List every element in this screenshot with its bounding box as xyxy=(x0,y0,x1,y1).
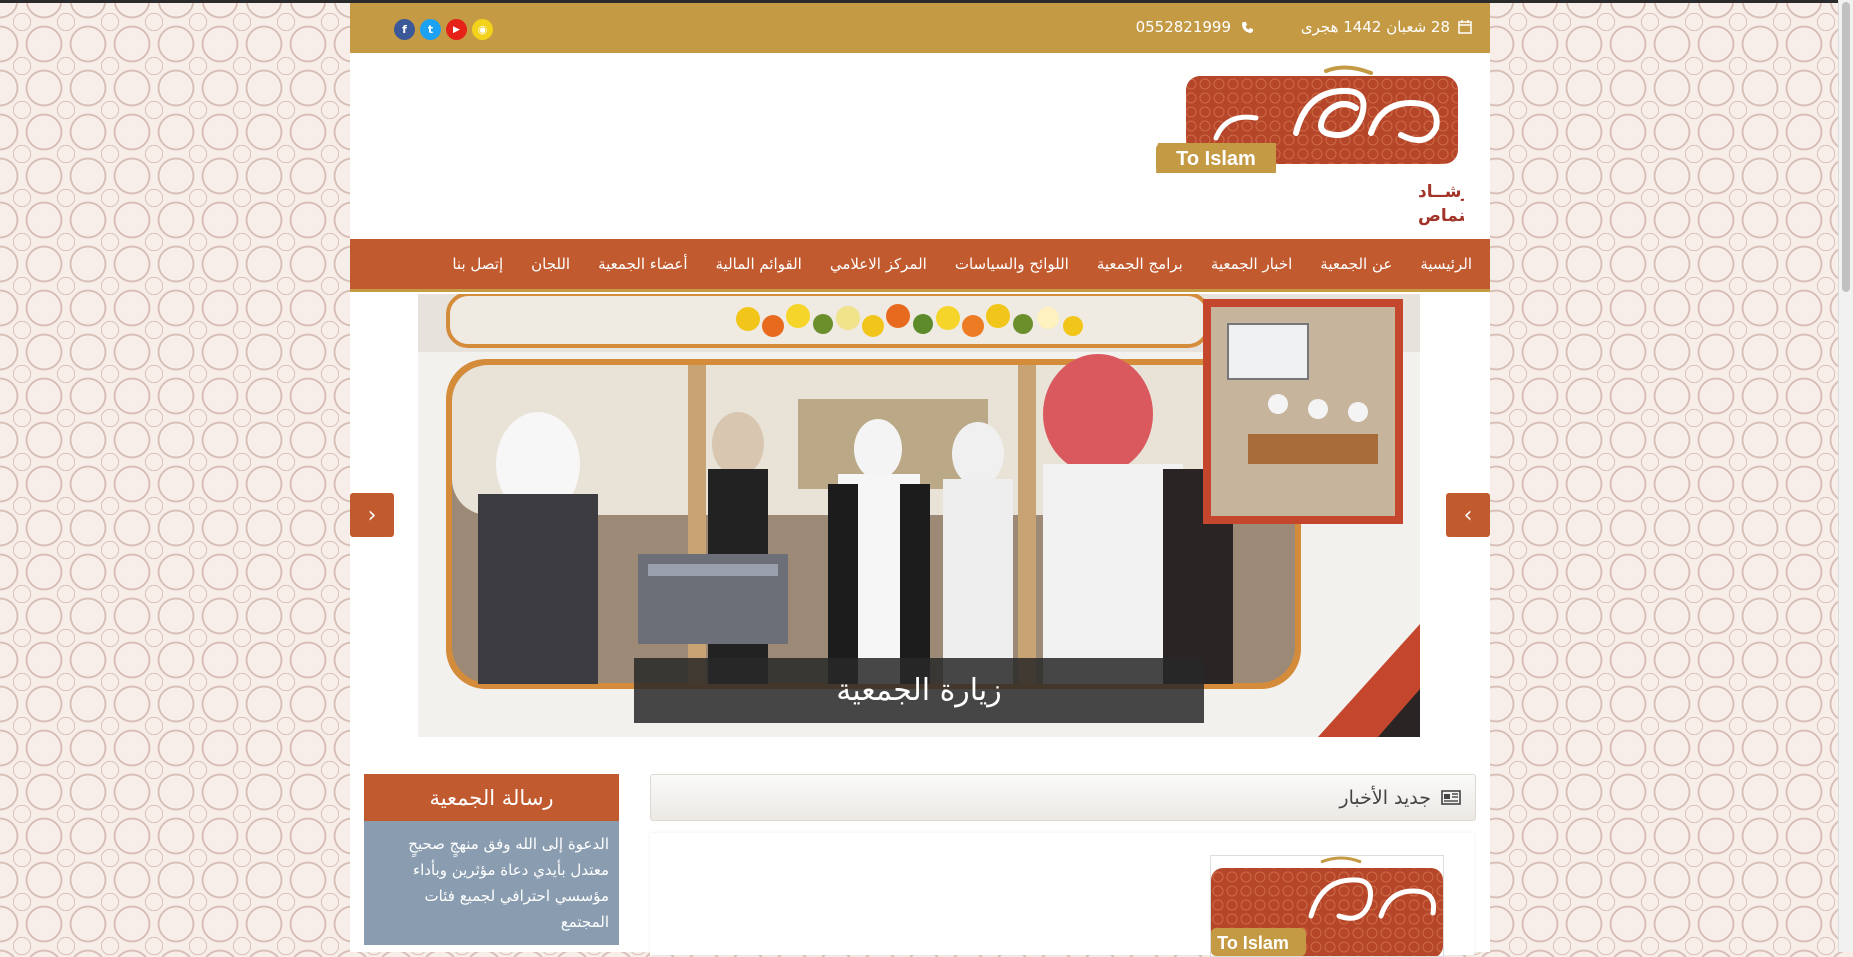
twitter-icon[interactable]: t xyxy=(420,19,441,40)
nav-item-members[interactable]: أعضاء الجمعية xyxy=(584,255,701,273)
youtube-icon[interactable]: ▶ xyxy=(446,19,467,40)
hijri-date-text: 28 شعبان 1442 هجرى xyxy=(1300,18,1450,36)
image-slider[interactable]: زيارة الجمعية xyxy=(418,294,1420,737)
nav-item-programs[interactable]: برامج الجمعية xyxy=(1083,255,1197,273)
mission-title: رسالة الجمعية xyxy=(364,774,619,821)
page-scrollbar[interactable] xyxy=(1838,0,1853,952)
nav-item-financial-statements[interactable]: القوائم المالية xyxy=(702,255,816,273)
scrollbar-thumb[interactable] xyxy=(1842,2,1850,292)
news-thumbnail-badge: To Islam xyxy=(1217,933,1289,953)
news-thumbnail[interactable]: To Islam xyxy=(1210,855,1444,957)
latest-news-title: جديد الأخبار xyxy=(1339,786,1431,809)
site-logo[interactable]: To Islam جمعيـة الدعـوة والإرشــاد وتوعي… xyxy=(1156,63,1464,228)
slider-prev-button[interactable]: ‹ xyxy=(1446,493,1490,537)
nav-item-policies[interactable]: اللوائح والسياسات xyxy=(941,255,1083,273)
facebook-icon[interactable]: f xyxy=(394,19,415,40)
phone-number[interactable]: 0552821999 xyxy=(1136,18,1254,36)
snapchat-icon[interactable]: ◉ xyxy=(472,19,493,40)
latest-news-box: To Islam xyxy=(650,833,1474,957)
news-thumbnail-logo: To Islam xyxy=(1211,856,1443,956)
phone-number-text: 0552821999 xyxy=(1135,18,1231,36)
nav-item-news[interactable]: اخبار الجمعية xyxy=(1197,255,1306,273)
page-container: 28 شعبان 1442 هجرى 0552821999 f t ▶ ◉ To… xyxy=(350,3,1490,957)
nav-item-home[interactable]: الرئيسية xyxy=(1406,255,1490,273)
social-links: f t ▶ ◉ xyxy=(394,19,493,40)
top-info-bar: 28 شعبان 1442 هجرى 0552821999 f t ▶ ◉ xyxy=(350,3,1490,53)
nav-item-contact[interactable]: إتصل بنا xyxy=(438,255,517,273)
logo-badge-text: To Islam xyxy=(1176,148,1256,170)
nav-item-about[interactable]: عن الجمعية xyxy=(1306,255,1406,273)
main-nav: الرئيسية عن الجمعية اخبار الجمعية برامج … xyxy=(350,239,1490,292)
mission-body: الدعوة إلى الله وفق منهجٍ صحيحٍ معتدل بأ… xyxy=(364,821,619,945)
nav-item-committees[interactable]: اللجان xyxy=(517,255,584,273)
slide-caption: زيارة الجمعية xyxy=(634,658,1204,723)
phone-icon xyxy=(1242,21,1253,33)
hijri-date: 28 شعبان 1442 هجرى xyxy=(1301,18,1472,36)
site-header: To Islam جمعيـة الدعـوة والإرشــاد وتوعي… xyxy=(350,53,1490,239)
logo-line-2: وتوعية الجاليات بالنماص xyxy=(1418,206,1464,226)
logo-line-1: جمعيـة الدعـوة والإرشــاد xyxy=(1418,182,1464,202)
newspaper-icon xyxy=(1441,790,1461,805)
latest-news-header: جديد الأخبار xyxy=(650,774,1476,821)
calendar-icon xyxy=(1458,20,1472,34)
nav-item-media-center[interactable]: المركز الاعلامي xyxy=(816,255,941,273)
mission-widget: رسالة الجمعية الدعوة إلى الله وفق منهجٍ … xyxy=(364,774,619,945)
slider-next-button[interactable]: › xyxy=(350,493,394,537)
